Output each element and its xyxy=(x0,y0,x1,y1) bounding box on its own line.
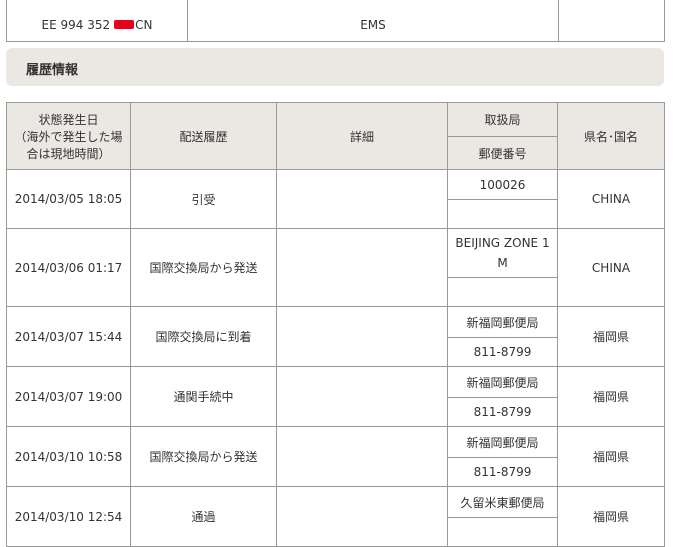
row-region: 福岡県 xyxy=(557,366,665,427)
table-row: 2014/03/10 12:54 通過 久留米東郵便局 福岡県 xyxy=(6,486,665,547)
header-region: 県名･国名 xyxy=(557,102,665,170)
row-postal xyxy=(447,277,558,307)
row-office: 久留米東郵便局 xyxy=(447,486,558,518)
table-row: 2014/03/05 18:05 引受 100026 CHINA xyxy=(6,169,665,229)
header-row: 状態発生日 （海外で発生した場 合は現地時間） 配送履歴 詳細 取扱局 県名･国… xyxy=(6,102,665,170)
row-region: CHINA xyxy=(557,228,665,307)
service-type: EMS xyxy=(187,0,559,42)
table-row: 2014/03/06 01:17 国際交換局から発送 BEIJING ZONE … xyxy=(6,228,665,307)
row-region: 福岡県 xyxy=(557,306,665,367)
header-detail: 詳細 xyxy=(276,102,448,170)
row-office: 新福岡郵便局 xyxy=(447,366,558,398)
row-postal: 811-8799 xyxy=(447,457,558,487)
row-detail xyxy=(276,426,448,487)
table-row: 2014/03/10 10:58 国際交換局から発送 新福岡郵便局 福岡県 xyxy=(6,426,665,487)
row-office: 新福岡郵便局 xyxy=(447,306,558,338)
header-history: 配送履歴 xyxy=(130,102,277,170)
header-office: 取扱局 xyxy=(447,102,558,137)
row-history: 通関手続中 xyxy=(130,366,277,427)
redacted-mark xyxy=(114,20,135,29)
tracking-number-suffix: CN xyxy=(135,18,153,32)
row-postal: 811-8799 xyxy=(447,337,558,367)
row-detail xyxy=(276,228,448,307)
row-detail xyxy=(276,366,448,427)
tracking-summary-table: EE 994 352 CN EMS xyxy=(6,0,665,42)
header-date-line3: 合は現地時間） xyxy=(26,146,111,161)
row-office: BEIJING ZONE 1 M xyxy=(447,228,558,278)
tracking-number-prefix: EE 994 352 xyxy=(41,18,111,32)
header-date-line2: （海外で発生した場 xyxy=(14,129,123,144)
row-history: 国際交換局に到着 xyxy=(130,306,277,367)
table-row: 2014/03/07 19:00 通関手続中 新福岡郵便局 福岡県 xyxy=(6,366,665,427)
row-date: 2014/03/10 12:54 xyxy=(6,486,131,547)
row-office-line2: M xyxy=(497,256,508,270)
header-date-line1: 状態発生日 xyxy=(38,112,99,127)
row-history: 引受 xyxy=(130,169,277,229)
table-row: 2014/03/07 15:44 国際交換局に到着 新福岡郵便局 福岡県 xyxy=(6,306,665,367)
summary-empty-cell xyxy=(558,0,665,42)
row-region: CHINA xyxy=(557,169,665,229)
row-history: 通過 xyxy=(130,486,277,547)
row-postal xyxy=(447,199,558,229)
row-region: 福岡県 xyxy=(557,486,665,547)
header-postal: 郵便番号 xyxy=(447,136,558,170)
row-date: 2014/03/06 01:17 xyxy=(6,228,131,307)
row-postal: 811-8799 xyxy=(447,397,558,427)
row-date: 2014/03/07 15:44 xyxy=(6,306,131,367)
section-title: 履歴情報 xyxy=(26,63,79,78)
tracking-summary-row: EE 994 352 CN EMS xyxy=(6,0,665,42)
history-table: 状態発生日 （海外で発生した場 合は現地時間） 配送履歴 詳細 取扱局 県名･国… xyxy=(6,102,665,547)
row-date: 2014/03/05 18:05 xyxy=(6,169,131,229)
header-date: 状態発生日 （海外で発生した場 合は現地時間） xyxy=(6,102,131,170)
row-date: 2014/03/07 19:00 xyxy=(6,366,131,427)
section-header: 履歴情報 xyxy=(6,48,664,86)
row-region: 福岡県 xyxy=(557,426,665,487)
row-office-line1: BEIJING ZONE 1 xyxy=(455,236,550,250)
row-history: 国際交換局から発送 xyxy=(130,228,277,307)
row-detail xyxy=(276,169,448,229)
row-date: 2014/03/10 10:58 xyxy=(6,426,131,487)
row-history: 国際交換局から発送 xyxy=(130,426,277,487)
row-detail xyxy=(276,486,448,547)
row-office: 100026 xyxy=(447,169,558,200)
tracking-number: EE 994 352 CN xyxy=(6,0,188,42)
row-postal xyxy=(447,517,558,547)
row-office: 新福岡郵便局 xyxy=(447,426,558,458)
row-detail xyxy=(276,306,448,367)
